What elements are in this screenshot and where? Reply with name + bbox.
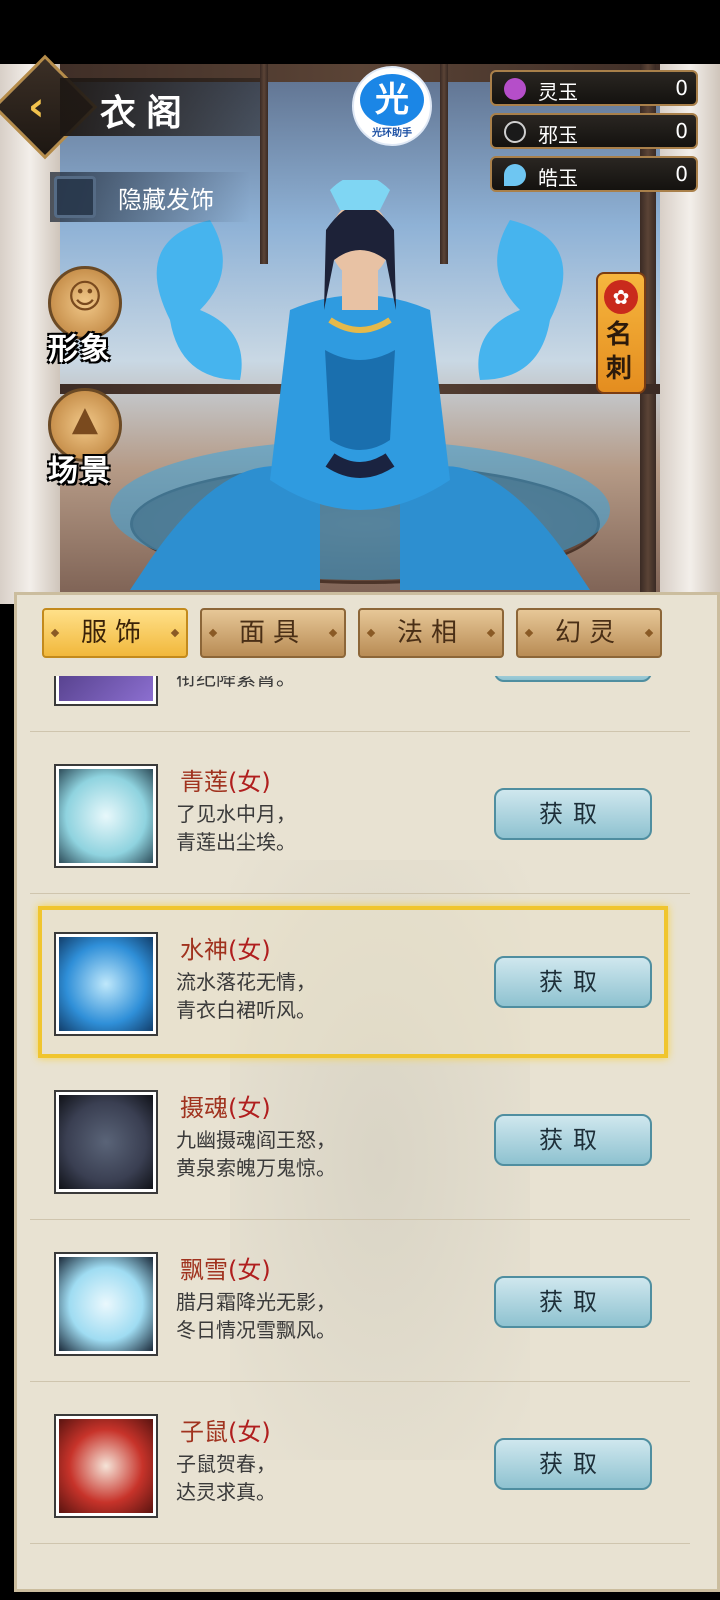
currency-label: 皓玉 <box>538 166 578 190</box>
currency-value: 0 <box>675 119 688 143</box>
list-item-selected[interactable]: 水神(女) 流水落花无情， 青衣白裙听风。 获取 <box>38 906 668 1058</box>
name-card-icon: ✿ <box>604 280 638 314</box>
get-button[interactable]: 获取 <box>494 1276 652 1328</box>
currency-xieyu: 邪玉 0 <box>490 113 698 149</box>
scene-mountain-icon: ▲ <box>71 399 99 439</box>
get-button[interactable]: 获取 <box>494 1438 652 1490</box>
currency-lingyu: 灵玉 0 <box>490 70 698 106</box>
costume-thumbnail <box>54 764 158 868</box>
list-item[interactable]: 衔纪降紫霄。 <box>30 676 690 732</box>
page-title: 衣阁 <box>100 92 193 134</box>
costume-thumbnail <box>54 1252 158 1356</box>
hide-hair-label[interactable]: 隐藏发饰 <box>118 180 214 215</box>
costume-name: 水神(女) <box>180 936 271 964</box>
haoyu-gem-icon <box>504 164 526 186</box>
currency-label: 邪玉 <box>538 123 578 147</box>
tab-label: 幻灵 <box>554 618 623 648</box>
costume-description: 衔纪降紫霄。 <box>176 676 296 690</box>
appearance-label[interactable]: 形象 <box>48 324 112 368</box>
list-item[interactable]: 摄魂(女) 九幽摄魂阎王怒， 黄泉索魄万鬼惊。 获取 <box>30 1060 690 1220</box>
tab-label: 面具 <box>238 618 307 648</box>
tab-dharma-form[interactable]: 法相 <box>358 608 504 658</box>
get-button[interactable]: 获取 <box>494 1114 652 1166</box>
tab-costume[interactable]: 服饰 <box>42 608 188 658</box>
costume-name: 青莲(女) <box>180 768 271 796</box>
xieyu-gem-icon <box>504 121 526 143</box>
appearance-face-icon: ☺ <box>67 277 103 317</box>
status-bar <box>0 0 720 64</box>
costume-description: 腊月霜降光无影， 冬日情况雪飘风。 <box>176 1290 336 1342</box>
get-button[interactable] <box>494 676 652 682</box>
costume-description: 了见水中月， 青莲出尘埃。 <box>176 802 296 854</box>
hide-hair-checkbox[interactable] <box>54 176 96 218</box>
back-arrow-icon[interactable]: ‹ <box>28 86 64 128</box>
costume-description: 流水落花无情， 青衣白裙听风。 <box>176 970 316 1022</box>
name-card-label: 名刺 <box>606 320 633 384</box>
costume-description: 子鼠贺春， 达灵求真。 <box>176 1452 276 1504</box>
scene-label[interactable]: 场景 <box>48 446 112 490</box>
costume-thumbnail <box>54 1090 158 1194</box>
tab-mask[interactable]: 面具 <box>200 608 346 658</box>
logo-glyph: 光 <box>360 74 424 126</box>
app-watermark-logo: 光 光环助手 <box>352 66 432 146</box>
costume-name: 子鼠(女) <box>180 1418 271 1446</box>
tab-spirit[interactable]: 幻灵 <box>516 608 662 658</box>
lingyu-gem-icon <box>504 78 526 100</box>
list-item[interactable]: 青莲(女) 了见水中月， 青莲出尘埃。 获取 <box>30 734 690 894</box>
tab-label: 服饰 <box>80 618 149 648</box>
currency-haoyu: 皓玉 0 <box>490 156 698 192</box>
costume-list[interactable]: 衔纪降紫霄。 青莲(女) 了见水中月， 青莲出尘埃。 获取 水神(女) 流水落花无… <box>30 676 690 1592</box>
list-item[interactable]: 飘雪(女) 腊月霜降光无影， 冬日情况雪飘风。 获取 <box>30 1222 690 1382</box>
tab-label: 法相 <box>396 618 465 648</box>
character-avatar <box>110 180 610 590</box>
list-item[interactable]: 子鼠(女) 子鼠贺春， 达灵求真。 获取 <box>30 1384 690 1544</box>
currency-value: 0 <box>675 162 688 186</box>
logo-text: 光环助手 <box>372 128 412 139</box>
costume-name: 飘雪(女) <box>180 1256 271 1284</box>
get-button[interactable]: 获取 <box>494 788 652 840</box>
name-card-button[interactable]: ✿ 名刺 <box>596 272 646 394</box>
currency-value: 0 <box>675 76 688 100</box>
costume-thumbnail <box>54 676 158 706</box>
costume-name: 摄魂(女) <box>180 1094 271 1122</box>
currency-label: 灵玉 <box>538 80 578 104</box>
get-button[interactable]: 获取 <box>494 956 652 1008</box>
costume-thumbnail <box>54 932 158 1036</box>
costume-description: 九幽摄魂阎王怒， 黄泉索魄万鬼惊。 <box>176 1128 336 1180</box>
costume-thumbnail <box>54 1414 158 1518</box>
